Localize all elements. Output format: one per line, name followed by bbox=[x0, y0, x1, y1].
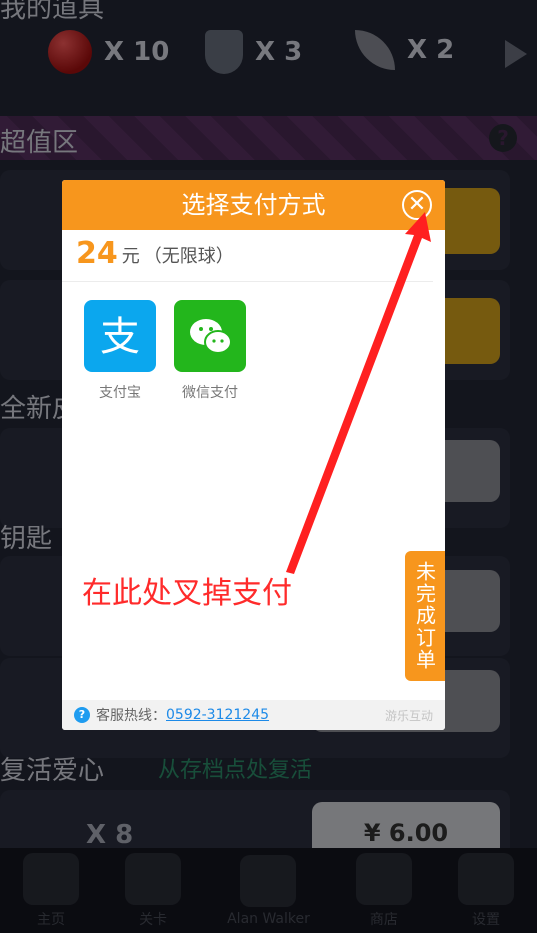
annotation-arrow bbox=[286, 212, 431, 574]
